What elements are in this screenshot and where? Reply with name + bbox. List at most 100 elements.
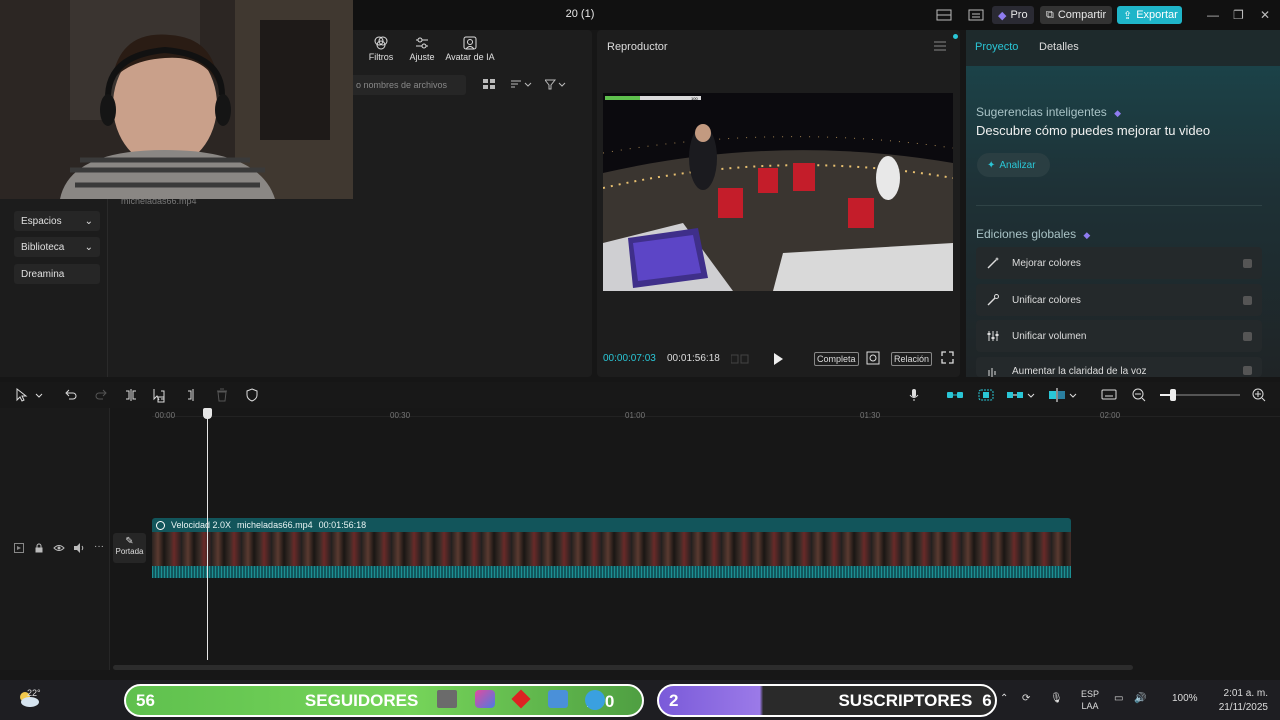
taskbar-app-icon[interactable] <box>437 690 457 708</box>
adjust-icon <box>414 36 430 50</box>
chevron-down-icon[interactable] <box>1026 387 1042 403</box>
snap-icon[interactable] <box>1006 387 1023 403</box>
nav-dreamina[interactable]: Dreamina <box>14 264 100 284</box>
weather-temp: 22° <box>27 688 41 698</box>
share-icon: ⧉ <box>1046 8 1054 21</box>
eye-icon[interactable] <box>53 543 65 553</box>
clip-label: Velocidad 2.0X micheladas66.mp4 00:01:56… <box>156 520 366 530</box>
redo-icon[interactable] <box>93 387 109 403</box>
cover-button[interactable]: ✎ Portada <box>113 533 146 563</box>
full-quality-button[interactable]: Completa <box>814 352 859 366</box>
split-right-icon[interactable] <box>183 387 199 403</box>
restore-button[interactable]: ❐ <box>1233 8 1244 22</box>
track-preview-icon[interactable] <box>14 543 24 553</box>
chevron-down-icon[interactable] <box>33 387 49 403</box>
play-button[interactable] <box>773 353 783 365</box>
zoom-in-icon[interactable] <box>1251 387 1267 403</box>
subs-count: 2 <box>669 690 679 710</box>
menu-icon[interactable] <box>934 41 946 51</box>
followers-count: 56 <box>136 690 155 710</box>
select-tool-icon[interactable] <box>14 387 30 403</box>
tab-project[interactable]: Proyecto <box>975 41 1018 53</box>
nav-library[interactable]: Biblioteca ⌄ <box>14 237 100 257</box>
export-button[interactable]: ⇪ Exportar <box>1117 6 1182 24</box>
tab-ai-avatar[interactable]: Avatar de IA <box>444 36 496 62</box>
sync-icon[interactable]: ⟳ <box>1022 693 1030 704</box>
microphone-icon[interactable] <box>906 387 922 403</box>
language-indicator[interactable]: ESP LAA <box>1081 688 1099 712</box>
waveform-icon[interactable] <box>731 354 749 364</box>
ruler-tick: 01:30 <box>860 411 881 420</box>
close-button[interactable]: ✕ <box>1260 8 1270 22</box>
chevron-up-icon[interactable]: ⌃ <box>1000 693 1008 704</box>
more-icon[interactable]: ··· <box>94 541 104 552</box>
nav-spaces[interactable]: Espacios ⌄ <box>14 211 100 231</box>
zoom-slider-handle[interactable] <box>1170 389 1176 401</box>
microphone-icon[interactable]: 🎙 <box>1050 693 1063 704</box>
edge-icon[interactable] <box>585 690 605 710</box>
suggestions-title: Sugerencias inteligentes ◆ <box>976 105 1122 119</box>
layout-icon[interactable] <box>936 9 952 21</box>
video-preview[interactable]: 100 <box>603 93 953 291</box>
option-toggle[interactable] <box>1243 366 1252 375</box>
analyze-button[interactable]: ✦ Analizar <box>977 153 1050 177</box>
shield-icon[interactable] <box>244 387 260 403</box>
search-input[interactable]: o nombres de archivos <box>350 75 466 95</box>
store-icon[interactable] <box>548 690 568 708</box>
divider <box>976 205 1262 206</box>
link-clips-icon[interactable] <box>946 387 963 403</box>
sort-icon[interactable] <box>511 79 533 90</box>
share-button[interactable]: ⧉ Compartir <box>1040 6 1112 24</box>
volume-icon[interactable]: 🔊 <box>1134 693 1146 704</box>
option-unify-colors[interactable]: Unificar colores <box>976 284 1262 316</box>
ruler-tick: 00:00 <box>155 411 176 420</box>
ratio-button[interactable]: Relación <box>891 352 933 366</box>
chevron-down-icon[interactable] <box>1068 387 1084 403</box>
option-voice-clarity[interactable]: Aumentar la claridad de la voz <box>976 357 1262 377</box>
webcam-overlay <box>0 0 353 199</box>
notification-dot <box>953 34 958 39</box>
option-toggle[interactable] <box>1243 258 1252 268</box>
ruler-tick: 02:00 <box>1100 411 1121 420</box>
fullscreen-icon[interactable] <box>941 351 954 364</box>
network-icon[interactable]: ▭ <box>1114 693 1123 704</box>
palette-icon <box>986 293 1000 307</box>
split-left-icon[interactable] <box>152 387 168 403</box>
gem-icon: ◆ <box>1114 108 1122 118</box>
upload-icon: ⇪ <box>1123 9 1133 22</box>
undo-icon[interactable] <box>63 387 79 403</box>
caption-icon[interactable] <box>1100 387 1117 403</box>
ruler-tick: 01:00 <box>625 411 646 420</box>
pro-button[interactable]: ◆ Pro <box>992 6 1034 24</box>
speed-icon <box>156 520 165 530</box>
screenshot-icon[interactable] <box>866 351 880 365</box>
pencil-icon: ✎ <box>125 536 134 547</box>
tab-adjust[interactable]: Ajuste <box>398 36 446 62</box>
shortcuts-icon[interactable] <box>968 9 984 21</box>
zoom-out-icon[interactable] <box>1131 387 1147 403</box>
magic-wand-icon <box>986 256 1000 270</box>
minimize-button[interactable]: — <box>1207 8 1219 22</box>
timeline-scrollbar[interactable] <box>113 665 1133 670</box>
option-enhance-colors[interactable]: Mejorar colores <box>976 247 1262 279</box>
copilot-icon[interactable] <box>475 690 495 708</box>
clock[interactable]: 2:01 a. m. 21/11/2025 <box>1212 687 1268 715</box>
option-toggle[interactable] <box>1243 331 1252 341</box>
tab-details[interactable]: Detalles <box>1039 41 1079 53</box>
equalizer-icon <box>986 329 1000 343</box>
option-unify-volume[interactable]: Unificar volumen <box>976 320 1262 352</box>
speaker-icon[interactable] <box>73 543 85 553</box>
filter-icon[interactable] <box>545 79 567 90</box>
option-toggle[interactable] <box>1243 295 1252 305</box>
playhead[interactable] <box>207 408 208 660</box>
delete-icon[interactable] <box>214 387 230 403</box>
magnet-icon[interactable] <box>977 387 994 403</box>
gem-icon: ◆ <box>998 9 1007 22</box>
playhead-handle[interactable] <box>203 408 212 419</box>
preview-axis-icon[interactable] <box>1048 387 1065 403</box>
lock-icon[interactable] <box>34 543 44 553</box>
subscribers-goal-bar: 2 SUSCRIPTORES 6 <box>657 684 997 717</box>
grid-view-icon[interactable] <box>483 79 496 90</box>
video-overlay-value: 100 <box>691 96 698 101</box>
split-icon[interactable] <box>123 387 139 403</box>
